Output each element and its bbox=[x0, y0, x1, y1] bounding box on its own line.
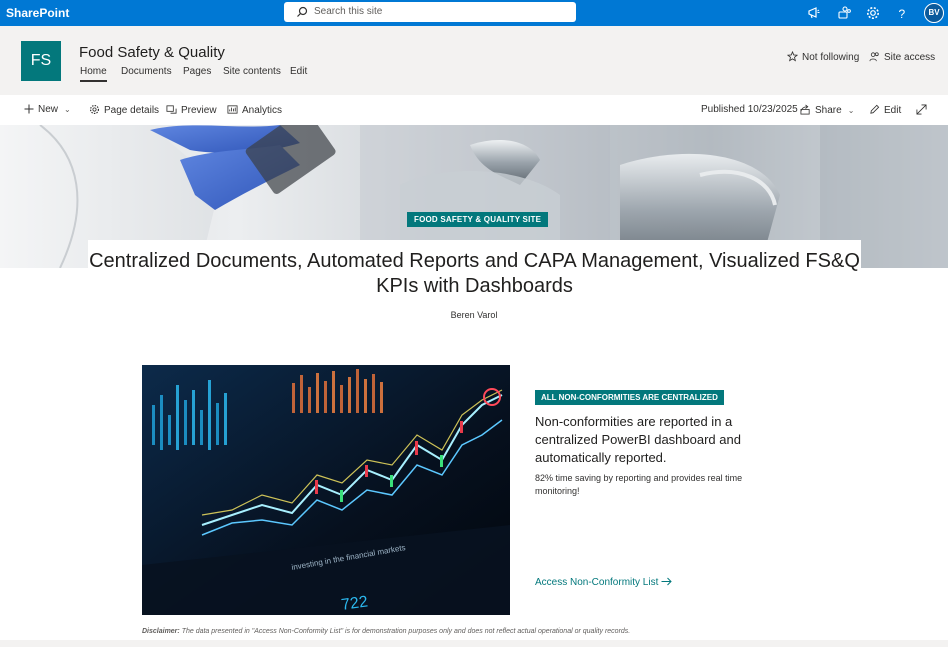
search-input[interactable]: Search this site bbox=[314, 6, 382, 17]
svg-text:?: ? bbox=[899, 7, 906, 21]
page-footer-strip bbox=[0, 640, 948, 647]
nav-item-documents[interactable]: Documents bbox=[121, 66, 172, 77]
user-avatar[interactable]: BV bbox=[924, 3, 944, 23]
site-access-label: Site access bbox=[884, 52, 936, 63]
hero-category-tag: FOOD SAFETY & QUALITY SITE bbox=[407, 212, 549, 227]
page-details-button[interactable]: Page details bbox=[89, 104, 159, 116]
new-label: New bbox=[38, 104, 59, 115]
edit-button[interactable]: Edit bbox=[869, 104, 901, 116]
analytics-label: Analytics bbox=[242, 105, 283, 116]
disclaimer-label: Disclaimer: bbox=[142, 628, 180, 635]
non-conformity-list-link[interactable]: Access Non-Conformity List bbox=[535, 577, 672, 588]
settings-gear-icon[interactable] bbox=[865, 5, 881, 21]
disclaimer: Disclaimer: The data presented in "Acces… bbox=[142, 628, 842, 635]
share-label: Share bbox=[815, 105, 842, 116]
disclaimer-text: The data presented in "Access Non-Confor… bbox=[179, 628, 631, 635]
section-body: 82% time saving by reporting and provide… bbox=[535, 473, 743, 496]
new-button[interactable]: New ⌄ bbox=[24, 104, 71, 115]
gear-icon bbox=[89, 104, 100, 115]
app-launcher-brand[interactable]: SharePoint bbox=[6, 6, 69, 20]
nav-item-home[interactable]: Home bbox=[80, 66, 107, 82]
page-details-label: Page details bbox=[104, 105, 160, 116]
preview-icon bbox=[166, 105, 177, 114]
suite-bar: SharePoint Search this site ? BV bbox=[0, 0, 948, 26]
page-author[interactable]: Beren Varol bbox=[0, 310, 948, 320]
page-title: Centralized Documents, Automated Reports… bbox=[89, 250, 860, 297]
preview-label: Preview bbox=[181, 105, 217, 116]
analytics-button[interactable]: Analytics bbox=[227, 104, 282, 116]
published-status: Published 10/23/2025 bbox=[701, 104, 798, 115]
follow-button[interactable]: Not following bbox=[786, 50, 860, 63]
search-icon bbox=[297, 6, 308, 17]
share-icon bbox=[800, 104, 810, 115]
analytics-icon bbox=[227, 105, 238, 114]
help-icon[interactable]: ? bbox=[894, 5, 910, 21]
people-icon bbox=[869, 52, 879, 62]
site-access-button[interactable]: Site access bbox=[869, 51, 935, 63]
stock-chart-photo: investing in the financial markets 722 bbox=[142, 365, 510, 615]
nav-item-edit[interactable]: Edit bbox=[290, 66, 307, 77]
teams-icon[interactable] bbox=[836, 5, 852, 21]
section-tag: ALL NON-CONFORMITIES ARE CENTRALIZED bbox=[535, 390, 724, 405]
follow-label: Not following bbox=[802, 52, 860, 63]
section-heading: Non-conformities are reported in a centr… bbox=[535, 414, 741, 465]
plus-icon bbox=[24, 104, 34, 114]
chevron-down-icon: ⌄ bbox=[847, 106, 855, 115]
arrow-right-icon bbox=[661, 577, 672, 586]
expand-icon bbox=[916, 104, 927, 115]
expand-button[interactable] bbox=[916, 104, 931, 116]
nav-item-site-contents[interactable]: Site contents bbox=[223, 66, 281, 77]
site-header: FS Food Safety & Quality Home Documents … bbox=[0, 26, 948, 95]
star-icon bbox=[786, 50, 799, 62]
megaphone-icon[interactable] bbox=[806, 5, 822, 21]
nav-item-pages[interactable]: Pages bbox=[183, 66, 211, 77]
link-label: Access Non-Conformity List bbox=[535, 577, 659, 588]
command-bar: New ⌄ Page details Preview Analytics Publ… bbox=[0, 95, 948, 125]
edit-label: Edit bbox=[884, 105, 902, 116]
search-box[interactable]: Search this site bbox=[284, 2, 576, 22]
site-title[interactable]: Food Safety & Quality bbox=[79, 44, 225, 61]
site-logo[interactable]: FS bbox=[21, 41, 61, 81]
share-button[interactable]: Share ⌄ bbox=[800, 104, 854, 116]
pencil-icon bbox=[870, 104, 880, 114]
dashboard-image[interactable]: investing in the financial markets 722 bbox=[142, 365, 510, 615]
preview-button[interactable]: Preview bbox=[166, 104, 217, 116]
chevron-down-icon: ⌄ bbox=[64, 105, 71, 114]
